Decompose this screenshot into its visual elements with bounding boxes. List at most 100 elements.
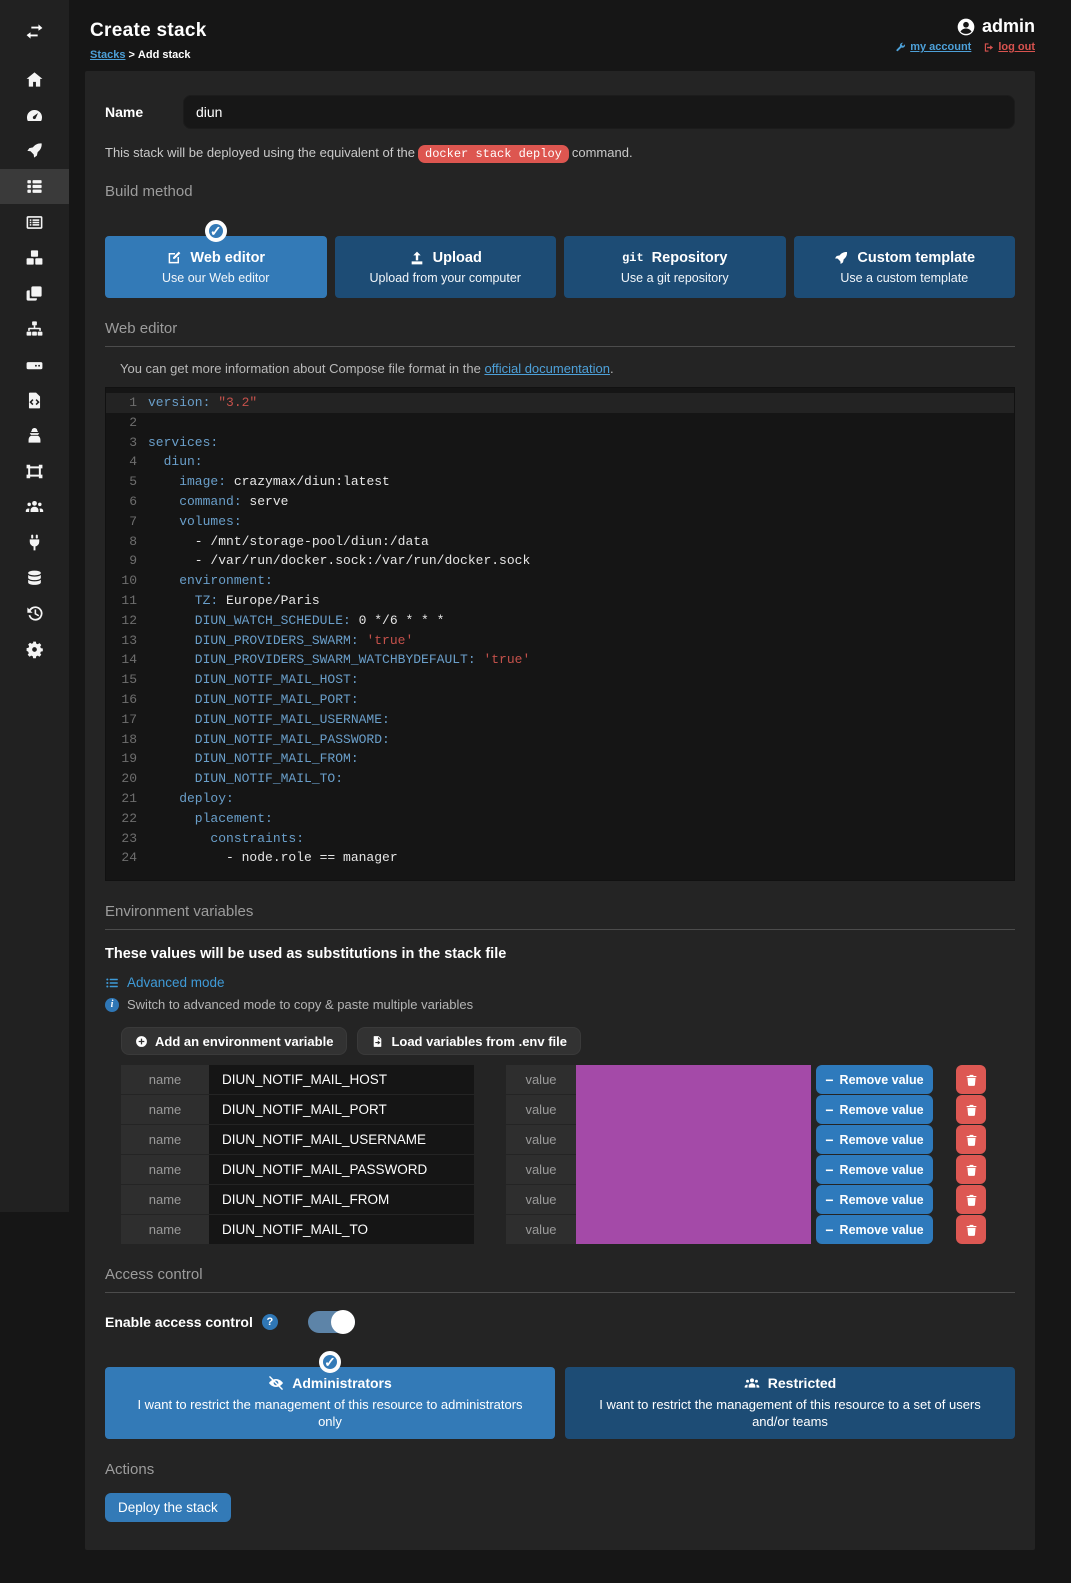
- deploy-stack-button[interactable]: Deploy the stack: [105, 1493, 231, 1522]
- official-documentation-link[interactable]: official documentation: [484, 361, 610, 376]
- git-icon: git: [622, 251, 644, 265]
- access-option-administrators[interactable]: ✓AdministratorsI want to restrict the ma…: [105, 1367, 555, 1439]
- code-line-14: 14 DIUN_PROVIDERS_SWARM_WATCHBYDEFAULT: …: [106, 650, 1014, 670]
- enable-access-control-label: Enable access control: [105, 1314, 253, 1330]
- build-method-options: ✓Web editorUse our Web editorUploadUploa…: [105, 236, 1015, 298]
- sidebar-item-dashboard[interactable]: [0, 98, 69, 134]
- sidebar-item-endpoints[interactable]: [0, 525, 69, 561]
- env-name-label: name: [121, 1065, 209, 1094]
- code-line-11: 11 TZ: Europe/Paris: [106, 591, 1014, 611]
- redaction-overlay: [576, 1065, 811, 1244]
- code-line-12: 12 DIUN_WATCH_SCHEDULE: 0 */6 * * *: [106, 611, 1014, 631]
- upload-icon: [409, 250, 425, 266]
- remove-value-button[interactable]: −Remove value: [816, 1125, 933, 1154]
- build-method-title: Build method: [105, 183, 1015, 200]
- remove-value-button[interactable]: −Remove value: [816, 1095, 933, 1124]
- plug-icon: [25, 533, 44, 552]
- delete-variable-button[interactable]: [956, 1215, 986, 1244]
- add-env-variable-button[interactable]: Add an environment variable: [121, 1027, 347, 1055]
- sidebar-item-registries[interactable]: [0, 560, 69, 596]
- trash-icon: [965, 1073, 978, 1087]
- env-name-input[interactable]: DIUN_NOTIF_MAIL_FROM: [209, 1185, 474, 1214]
- env-value-label: value: [506, 1215, 576, 1244]
- env-name-label: name: [121, 1125, 209, 1154]
- minus-icon: −: [825, 1073, 833, 1087]
- web-editor-divider: [105, 346, 1015, 347]
- sidebar-item-volumes[interactable]: [0, 347, 69, 383]
- sidebar-item-configs[interactable]: [0, 382, 69, 418]
- access-option-restricted[interactable]: RestrictedI want to restrict the managem…: [565, 1367, 1015, 1439]
- list-icon: [25, 177, 44, 196]
- env-var-table: nameDIUN_NOTIF_MAIL_HOSTvalue−Remove val…: [121, 1065, 986, 1244]
- breadcrumb-stacks-link[interactable]: Stacks: [90, 49, 125, 61]
- sidebar-item-stacks[interactable]: [0, 169, 69, 205]
- code-line-19: 19 DIUN_NOTIF_MAIL_FROM:: [106, 749, 1014, 769]
- delete-variable-button[interactable]: [956, 1065, 986, 1094]
- code-line-6: 6 command: serve: [106, 492, 1014, 512]
- sign-out-icon: [983, 42, 994, 53]
- code-line-2: 2: [106, 413, 1014, 433]
- remove-value-button[interactable]: −Remove value: [816, 1155, 933, 1184]
- create-stack-panel: Name This stack will be deployed using t…: [85, 71, 1035, 1550]
- actions-title: Actions: [105, 1461, 1015, 1478]
- sidebar-item-home[interactable]: [0, 62, 69, 98]
- load-env-file-button[interactable]: Load variables from .env file: [357, 1027, 581, 1055]
- sidebar-item-images[interactable]: [0, 276, 69, 312]
- code-line-10: 10 environment:: [106, 571, 1014, 591]
- delete-variable-button[interactable]: [956, 1185, 986, 1214]
- env-value-label: value: [506, 1065, 576, 1094]
- name-label: Name: [105, 104, 183, 120]
- env-name-label: name: [121, 1185, 209, 1214]
- users-icon: [25, 497, 44, 516]
- env-name-label: name: [121, 1095, 209, 1124]
- sidebar-item-auth-logs[interactable]: [0, 596, 69, 632]
- delete-variable-button[interactable]: [956, 1125, 986, 1154]
- env-name-input[interactable]: DIUN_NOTIF_MAIL_USERNAME: [209, 1125, 474, 1154]
- cubes-icon: [25, 248, 44, 267]
- access-control-toggle[interactable]: [308, 1311, 355, 1333]
- sidebar-item-containers[interactable]: [0, 240, 69, 276]
- sidebar-item-services[interactable]: [0, 204, 69, 240]
- check-circle-icon: ✓: [205, 220, 227, 242]
- code-line-18: 18 DIUN_NOTIF_MAIL_PASSWORD:: [106, 730, 1014, 750]
- breadcrumb-separator: >: [128, 49, 134, 61]
- remove-value-button[interactable]: −Remove value: [816, 1215, 933, 1244]
- sidebar-item-app-templates[interactable]: [0, 133, 69, 169]
- clone-icon: [25, 284, 44, 303]
- breadcrumb: Stacks>Add stack: [90, 49, 1035, 61]
- gauge-icon: [25, 106, 44, 125]
- build-method-custom-template[interactable]: Custom templateUse a custom template: [794, 236, 1016, 298]
- remove-value-button[interactable]: −Remove value: [816, 1185, 933, 1214]
- compose-code-editor[interactable]: 1version: "3.2"23services:4 diun:5 image…: [105, 387, 1015, 881]
- list-alt-icon: [25, 213, 44, 232]
- sidebar-item-settings[interactable]: [0, 632, 69, 668]
- rocket-icon: [833, 250, 849, 266]
- env-name-input[interactable]: DIUN_NOTIF_MAIL_PORT: [209, 1095, 474, 1124]
- env-name-input[interactable]: DIUN_NOTIF_MAIL_TO: [209, 1215, 474, 1244]
- env-name-label: name: [121, 1155, 209, 1184]
- code-line-17: 17 DIUN_NOTIF_MAIL_USERNAME:: [106, 710, 1014, 730]
- sidebar-item-secrets[interactable]: [0, 418, 69, 454]
- stack-name-input[interactable]: [183, 95, 1015, 129]
- sidebar-item-swarm[interactable]: [0, 454, 69, 490]
- build-method-repository[interactable]: gitRepositoryUse a git repository: [564, 236, 786, 298]
- check-circle-icon: ✓: [319, 1351, 341, 1373]
- advanced-mode-link[interactable]: Advanced mode: [105, 975, 1015, 990]
- env-name-input[interactable]: DIUN_NOTIF_MAIL_HOST: [209, 1065, 474, 1094]
- user-circle-icon: [956, 17, 976, 37]
- sidebar-toggle[interactable]: [0, 0, 69, 62]
- my-account-link[interactable]: my account: [895, 41, 971, 53]
- log-out-link[interactable]: log out: [983, 41, 1035, 53]
- list-icon: [105, 976, 119, 990]
- code-line-3: 3services:: [106, 433, 1014, 453]
- sidebar-item-networks[interactable]: [0, 311, 69, 347]
- sidebar-item-users[interactable]: [0, 489, 69, 525]
- build-method-upload[interactable]: UploadUpload from your computer: [335, 236, 557, 298]
- user-secret-icon: [25, 426, 44, 445]
- env-name-input[interactable]: DIUN_NOTIF_MAIL_PASSWORD: [209, 1155, 474, 1184]
- delete-variable-button[interactable]: [956, 1155, 986, 1184]
- wrench-icon: [895, 42, 906, 53]
- build-method-web-editor[interactable]: ✓Web editorUse our Web editor: [105, 236, 327, 298]
- delete-variable-button[interactable]: [956, 1095, 986, 1124]
- remove-value-button[interactable]: −Remove value: [816, 1065, 933, 1094]
